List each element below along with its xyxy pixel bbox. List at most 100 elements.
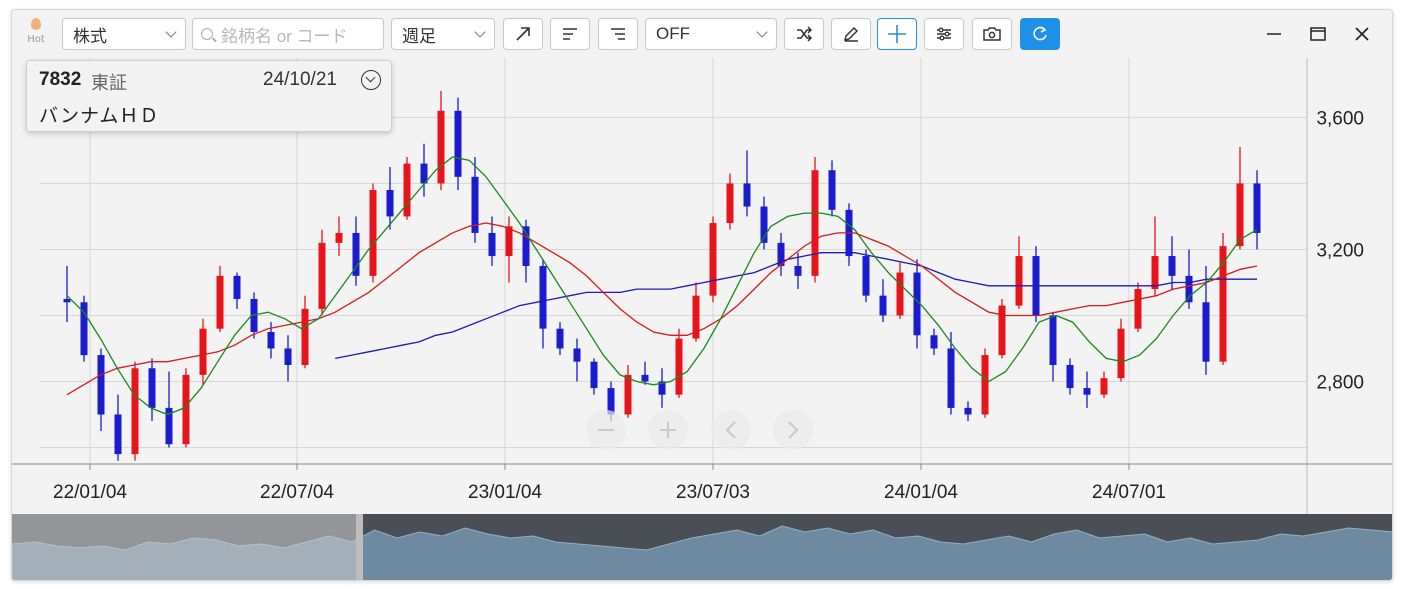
candle-body [267,331,275,349]
candle-body [148,368,156,408]
candle-body [1185,275,1193,303]
stock-info-panel: 7832 東証 24/10/21 バンナムＨＤ [26,60,392,132]
align-left-button[interactable] [550,18,590,50]
align-left-icon [563,28,577,40]
candle-body [590,361,598,389]
range-navigator[interactable] [12,514,1393,581]
candle-body [182,374,190,445]
close-button[interactable] [1348,20,1376,48]
chart-window: Hot 株式 銘柄名 or コード 週足 OFF 7832 東証 24/10/2… [11,9,1393,581]
navigator-window[interactable] [12,514,356,581]
candle-body [624,374,632,415]
sliders-icon [937,27,951,41]
shuffle-icon [797,26,813,42]
pan-right-button[interactable] [773,410,813,450]
settings-button[interactable] [924,18,964,50]
symbol-search-input[interactable]: 銘柄名 or コード [192,18,384,50]
candle-body [1134,289,1142,329]
candle-body [335,232,343,243]
camera-icon [983,27,1001,41]
x-tick-label: 24/01/04 [884,482,958,503]
chevron-down-icon [756,26,768,38]
candle-body [318,242,326,309]
candle-body [1236,183,1244,247]
candle-body [454,110,462,177]
search-placeholder: 銘柄名 or コード [221,26,348,46]
candle-body [1151,256,1159,290]
stock-code: 7832 [39,69,82,90]
screenshot-button[interactable] [972,18,1012,50]
candle-body [369,190,377,276]
candle-body [1168,256,1176,276]
hot-button[interactable]: Hot [22,18,50,50]
y-tick-label: 3,600 [1316,108,1364,129]
minimize-button[interactable] [1260,20,1288,48]
candle-body [1066,364,1074,389]
toolbar: Hot 株式 銘柄名 or コード 週足 OFF [12,10,1392,58]
candle-body [930,335,938,349]
crosshair-button[interactable] [877,18,917,50]
candle-body [709,223,717,296]
candle-body [573,348,581,362]
candle-body [1083,388,1091,395]
candle-body [301,308,309,365]
candle-body [63,298,71,303]
market-select-value: 株式 [73,26,107,46]
trendline-button[interactable] [503,18,543,50]
candle-body [284,348,292,365]
candle-body [981,355,989,415]
close-icon [1355,27,1369,41]
chevron-circle-down-icon[interactable] [361,70,381,90]
candle-body [199,328,207,375]
candle-body [794,265,802,276]
candle-body [998,305,1006,356]
indicator-select-value: OFF [656,24,690,43]
refresh-button[interactable] [1020,18,1060,50]
candle-body [811,170,819,276]
exchange-label: 東証 [91,73,127,93]
crosshair-icon [888,25,906,43]
candle-body [726,183,734,224]
candle-body [216,275,224,329]
candle-body [896,272,904,316]
chevron-down-icon [165,26,177,38]
maximize-button[interactable] [1304,20,1332,48]
market-select[interactable]: 株式 [62,18,186,50]
candle-body [97,355,105,415]
candle-body [386,190,394,217]
candle-body [1202,302,1210,362]
candle-body [1100,378,1108,395]
chevron-down-icon [474,26,486,38]
refresh-icon [1033,26,1047,41]
pan-left-button[interactable] [711,410,751,450]
maximize-icon [1310,27,1326,41]
candle-body [505,226,513,257]
align-right-button[interactable] [598,18,638,50]
candle-body [131,368,139,455]
candle-body [1117,328,1125,379]
candle-body [879,295,887,316]
pencil-icon [843,26,859,42]
draw-button[interactable] [831,18,871,50]
x-tick-label: 24/07/01 [1092,482,1166,503]
period-select-value: 週足 [402,26,436,46]
navigator-chart[interactable] [12,514,1393,581]
shuffle-button[interactable] [784,18,824,50]
candle-body [1015,256,1023,306]
candle-body [556,328,564,349]
info-date: 24/10/21 [263,69,337,90]
candle-body [233,275,241,299]
candle-body [539,265,547,329]
candle-body [437,110,445,184]
x-tick-label: 22/01/04 [53,482,127,503]
candle-body [488,232,496,257]
candle-body [828,170,836,210]
indicator-select[interactable]: OFF [645,18,777,50]
candle-body [947,348,955,408]
candle-body [862,256,870,296]
x-tick-label: 22/07/04 [260,482,334,503]
candle-body [114,414,122,455]
flame-icon [31,18,41,30]
period-select[interactable]: 週足 [391,18,495,50]
navigator-handle[interactable] [356,514,363,581]
